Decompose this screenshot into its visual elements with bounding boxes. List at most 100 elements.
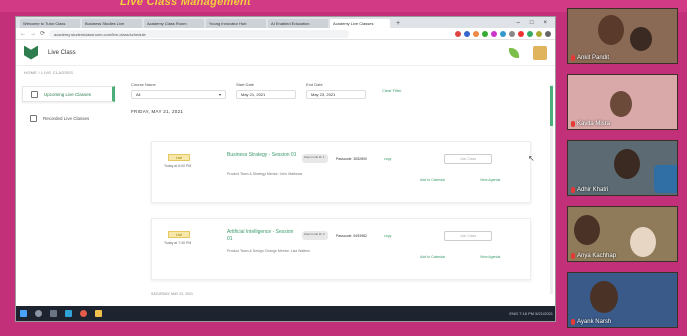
class-subtitle: Product Team & Design Change Mentor: Lis… (227, 249, 310, 253)
sidebar: Upcoming Live Classes Recorded Live Clas… (16, 78, 121, 308)
copy-link[interactable]: copy (384, 234, 391, 238)
new-tab-icon[interactable]: + (392, 19, 404, 28)
browser-tab[interactable]: Academy Class Room (144, 19, 204, 28)
participant-video (630, 227, 656, 257)
join-class-button[interactable]: Join Class (444, 231, 492, 241)
url-field[interactable]: academy.studentclassroom.com/live-class/… (49, 29, 350, 38)
view-agenda-link[interactable]: View Agenda (480, 178, 500, 182)
mic-muted-icon (571, 55, 575, 61)
edge-icon[interactable] (65, 310, 72, 317)
browser-tab[interactable]: Business Studies Live (82, 19, 142, 28)
search-icon[interactable] (35, 310, 42, 317)
address-bar-row: ← → ⟳ academy.studentclassroom.com/live-… (16, 28, 555, 40)
extension-icon[interactable] (464, 30, 470, 37)
participant-name: Ankit Pandit (571, 55, 609, 61)
day-heading: FRIDAY, MAY 21, 2021 (131, 109, 184, 114)
extension-icon[interactable] (527, 30, 533, 37)
extensions-bar (455, 30, 551, 37)
meeting-frame: Live Class Management Welcome to Tutor C… (0, 0, 687, 336)
class-title[interactable]: Artificial Intelligence - Session 01 (227, 229, 297, 243)
shared-screen: Welcome to Tutor Class Business Studies … (15, 16, 556, 322)
taskbar: ENG 7:16 PM 5/21/2021 (16, 306, 555, 321)
extension-icon[interactable] (509, 30, 515, 37)
chrome-icon[interactable] (80, 310, 87, 317)
breadcrumb[interactable]: HOME / LIVE CLASSES (16, 66, 555, 78)
back-icon[interactable]: ← (20, 31, 26, 37)
view-agenda-link[interactable]: View Agenda (480, 255, 500, 259)
app-logo-icon (24, 45, 38, 60)
add-to-calendar-link[interactable]: Add to Calendar (420, 178, 445, 182)
document-icon (31, 90, 38, 98)
extension-icon[interactable] (518, 30, 524, 37)
participant-name: Anya Kachhap (571, 253, 616, 259)
browser-tab[interactable]: Young Innovator Hub (206, 19, 266, 28)
start-date-field[interactable]: May 21, 2021 (236, 90, 296, 99)
participant-tile[interactable]: Anya Kachhap (567, 206, 678, 262)
extension-icon[interactable] (473, 30, 479, 37)
content-area: Upcoming Live Classes Recorded Live Clas… (16, 78, 555, 308)
filter-row: Course Name All ▾ Start Date May 21, 2021… (131, 78, 547, 99)
course-label: Course Name (131, 82, 156, 87)
copy-link[interactable]: copy (384, 157, 391, 161)
minimize-icon[interactable]: – (517, 18, 520, 28)
extension-icon[interactable] (491, 30, 497, 37)
sidebar-item-recorded[interactable]: Recorded Live Classes (22, 110, 115, 126)
class-title[interactable]: Business Strategy - Session 01 (227, 152, 297, 159)
folder-icon[interactable] (95, 310, 102, 317)
class-time: Today at 6:00 PM (164, 164, 192, 168)
video-icon (30, 114, 37, 122)
sidebar-item-label: Upcoming Live Classes (44, 91, 92, 97)
system-tray[interactable]: ENG 7:16 PM 5/21/2021 (509, 311, 553, 316)
passcode: Passcode: 5493982 (336, 234, 367, 238)
leaf-icon[interactable] (509, 47, 519, 58)
browser-tab[interactable]: AI Enabled Education (268, 19, 328, 28)
sidebar-item-upcoming[interactable]: Upcoming Live Classes (22, 86, 115, 102)
scrollbar-thumb[interactable] (550, 86, 553, 126)
clear-filter-button[interactable]: Clear Filter (382, 88, 402, 93)
participant-tile[interactable]: Kavita Misra (567, 74, 678, 130)
browser-tab-active[interactable]: Academy Live Classes (330, 19, 390, 28)
meeting-id-pill: Zoom Link Id: 1 (302, 154, 328, 163)
profile-icon[interactable] (545, 30, 551, 37)
add-to-calendar-link[interactable]: Add to Calendar (420, 255, 445, 259)
forward-icon[interactable]: → (30, 31, 36, 37)
extension-icon[interactable] (536, 30, 542, 37)
extension-icon[interactable] (455, 30, 461, 37)
mic-muted-icon (571, 253, 575, 259)
app-title: Live Class (48, 49, 76, 56)
window-controls: – □ × (517, 18, 555, 28)
app-header: Live Class (16, 40, 555, 66)
avatar[interactable] (533, 45, 547, 60)
participant-video (590, 281, 618, 313)
chevron-down-icon: ▾ (218, 92, 221, 97)
windows-start-icon[interactable] (20, 310, 27, 317)
browser-tab[interactable]: Welcome to Tutor Class (20, 19, 80, 28)
close-icon[interactable]: × (543, 18, 547, 28)
class-subtitle: Product Team & Strategy Mentor: John Mat… (227, 172, 303, 176)
browser-tabbar: Welcome to Tutor Class Business Studies … (16, 17, 555, 28)
class-time: Today at 7:30 PM (164, 241, 192, 245)
join-class-button[interactable]: Join Class (444, 154, 492, 164)
maximize-icon[interactable]: □ (530, 18, 534, 28)
participant-tile[interactable]: Adhir Khatri (567, 140, 678, 196)
end-date-label: End Date (306, 82, 323, 87)
status-badge: Live (168, 154, 190, 161)
course-select[interactable]: All ▾ (131, 90, 226, 99)
participant-tile[interactable]: Ayank Narsh (567, 272, 678, 328)
class-card: Live Today at 6:00 PM Business Strategy … (151, 141, 531, 203)
next-day-heading: SATURDAY, MAY 22, 2021 (151, 292, 193, 296)
mic-muted-icon (571, 121, 575, 127)
task-view-icon[interactable] (50, 310, 57, 317)
participant-name: Kavita Misra (571, 121, 610, 127)
main-panel: Course Name All ▾ Start Date May 21, 2021… (121, 78, 555, 308)
participant-video (654, 165, 677, 193)
extension-icon[interactable] (500, 30, 506, 37)
reload-icon[interactable]: ⟳ (40, 30, 45, 37)
participant-name: Adhir Khatri (571, 187, 608, 193)
end-date-field[interactable]: May 23, 2021 (306, 90, 366, 99)
extension-icon[interactable] (482, 30, 488, 37)
course-value: All (136, 92, 141, 97)
mic-muted-icon (571, 319, 575, 325)
participant-video (614, 149, 640, 179)
participant-tile[interactable]: Ankit Pandit (567, 8, 678, 64)
